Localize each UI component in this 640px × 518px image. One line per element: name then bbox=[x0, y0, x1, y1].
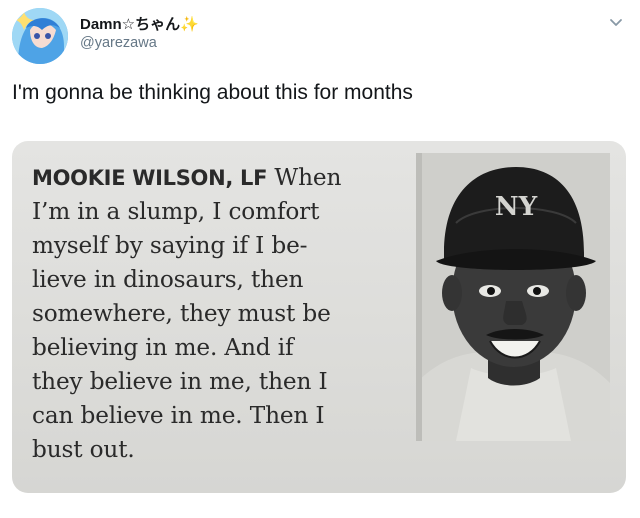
display-name-text: Damn☆ちゃん bbox=[80, 16, 181, 33]
clipping-line: myself by saying if I be- bbox=[32, 232, 308, 259]
chevron-down-icon bbox=[610, 19, 622, 26]
clipping-player-name: MOOKIE WILSON, LF bbox=[32, 166, 268, 190]
tweet-menu-button[interactable] bbox=[608, 14, 624, 30]
clipping-line: believing in me. And if bbox=[32, 334, 294, 361]
clipping-line: can believe in me. Then I bbox=[32, 402, 325, 429]
svg-text:NY: NY bbox=[495, 192, 538, 222]
author-display-name[interactable]: Damn☆ちゃん✨ bbox=[80, 13, 199, 34]
newspaper-clipping-text: MOOKIE WILSON, LF When I’m in a slump, I… bbox=[32, 161, 422, 467]
clipping-line: somewhere, they must be bbox=[32, 300, 331, 327]
clipping-line: bust out. bbox=[32, 436, 135, 463]
player-portrait-icon: NY bbox=[416, 153, 610, 441]
clipping-line: MOOKIE WILSON, LF When bbox=[32, 161, 422, 195]
clipping-line: I’m in a slump, I comfort bbox=[32, 198, 320, 225]
sparkle-icon: ✨ bbox=[180, 16, 199, 33]
tweet-text: I'm gonna be thinking about this for mon… bbox=[12, 81, 413, 104]
author-avatar[interactable] bbox=[12, 8, 68, 64]
player-photo: NY bbox=[416, 153, 610, 441]
clipping-first-word: When bbox=[274, 164, 342, 191]
clipping-line: they believe in me, then I bbox=[32, 368, 328, 395]
tweet: Damn☆ちゃん✨ @yarezawa I'm gonna be thinkin… bbox=[0, 0, 640, 518]
clipping-line: lieve in dinosaurs, then bbox=[32, 266, 304, 293]
tweet-media[interactable]: MOOKIE WILSON, LF When I’m in a slump, I… bbox=[12, 141, 626, 493]
anime-avatar-icon bbox=[12, 8, 68, 64]
author-handle[interactable]: @yarezawa bbox=[80, 35, 157, 51]
